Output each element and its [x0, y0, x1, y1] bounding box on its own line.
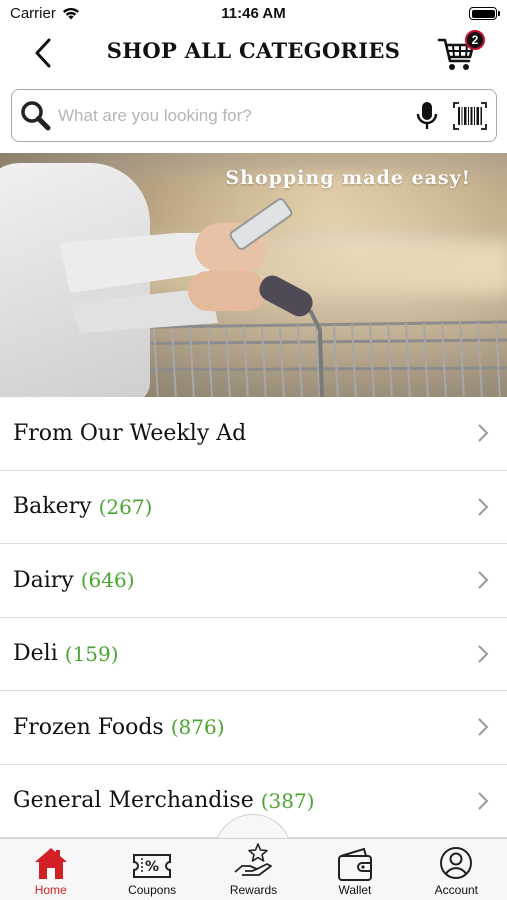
- chevron-right-icon: [478, 497, 489, 516]
- category-count: (387): [260, 788, 315, 813]
- tab-coupons[interactable]: % Coupons: [101, 839, 202, 900]
- category-label: From Our Weekly Ad: [13, 420, 247, 446]
- category-row-bakery[interactable]: Bakery (267): [0, 471, 507, 544]
- tab-account[interactable]: Account: [406, 839, 507, 900]
- banner-hand-2: [188, 271, 266, 311]
- category-label: Frozen Foods: [13, 714, 164, 740]
- clock: 11:46 AM: [221, 5, 286, 22]
- barcode-scanner-icon[interactable]: [452, 101, 488, 131]
- category-label: General Merchandise: [13, 788, 254, 814]
- category-label: Deli: [13, 641, 58, 667]
- banner-tagline: Shopping made easy!: [225, 167, 471, 189]
- status-bar: Carrier 11:46 AM: [0, 0, 507, 28]
- category-count: (267): [98, 494, 153, 519]
- rewards-icon: [233, 843, 272, 876]
- category-row-weekly-ad[interactable]: From Our Weekly Ad: [0, 397, 507, 471]
- category-label: Dairy: [13, 567, 74, 593]
- chevron-right-icon: [478, 718, 489, 736]
- category-row-dairy[interactable]: Dairy (646): [0, 544, 507, 618]
- category-count: (159): [64, 641, 119, 666]
- chevron-right-icon: [478, 571, 489, 589]
- category-count: (646): [80, 568, 135, 593]
- home-icon: [34, 848, 67, 879]
- category-row-frozen-foods[interactable]: Frozen Foods (876): [0, 691, 507, 765]
- tab-home[interactable]: Home: [0, 839, 101, 900]
- search-input[interactable]: [58, 100, 408, 132]
- category-label: Bakery: [13, 494, 92, 520]
- category-count: (876): [170, 715, 225, 740]
- chevron-right-icon: [478, 424, 489, 442]
- tab-bar: Home % Coupons Rewards Wallet Account: [0, 838, 507, 900]
- page-title: SHOP ALL CATEGORIES: [106, 38, 401, 63]
- category-list: From Our Weekly Ad Bakery (267) Dairy (6…: [0, 397, 507, 838]
- cart-button[interactable]: 2: [437, 28, 489, 74]
- search-bar: [11, 89, 497, 142]
- cart-count-badge: 2: [465, 30, 485, 50]
- coupon-icon: %: [133, 854, 172, 878]
- tab-label: Account: [434, 883, 478, 897]
- svg-text:%: %: [145, 859, 159, 875]
- chevron-right-icon: [478, 644, 489, 663]
- nav-header: SHOP ALL CATEGORIES 2: [0, 28, 507, 78]
- wallet-icon: [337, 847, 372, 881]
- category-row-deli[interactable]: Deli (159): [0, 618, 507, 691]
- tab-label: Rewards: [229, 883, 278, 897]
- tab-label: Wallet: [338, 883, 372, 897]
- account-icon: [440, 847, 473, 879]
- tab-label: Home: [34, 883, 67, 897]
- promo-banner[interactable]: Shopping made easy!: [0, 153, 507, 397]
- chevron-right-icon: [478, 791, 489, 810]
- microphone-icon[interactable]: [416, 101, 438, 131]
- tab-wallet[interactable]: Wallet: [304, 839, 405, 900]
- battery-icon: [469, 7, 500, 20]
- search-icon: [21, 101, 51, 131]
- tab-rewards[interactable]: Rewards: [203, 839, 304, 900]
- tab-label: Coupons: [128, 883, 177, 897]
